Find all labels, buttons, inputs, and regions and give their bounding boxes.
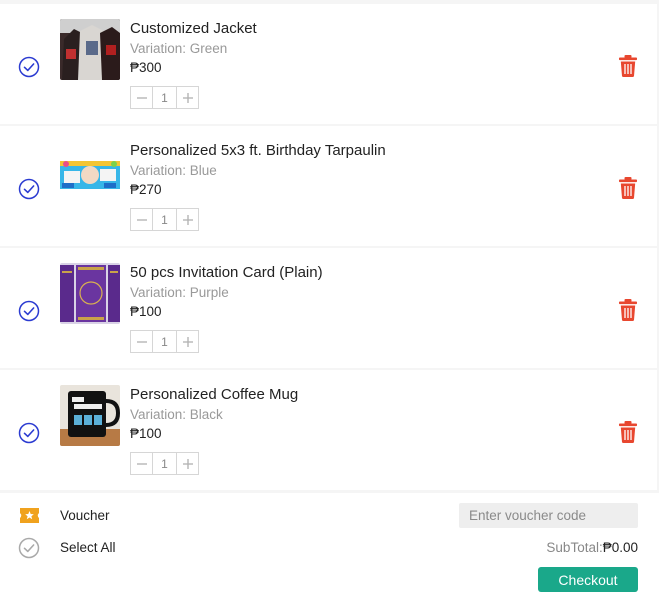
quantity-value[interactable]: 1 bbox=[153, 87, 176, 108]
trash-icon[interactable] bbox=[617, 298, 639, 322]
minus-icon bbox=[136, 340, 147, 343]
item-price: ₱270 bbox=[130, 182, 162, 197]
plus-icon bbox=[182, 214, 193, 225]
quantity-stepper: 1 bbox=[130, 452, 199, 475]
item-price: ₱300 bbox=[130, 60, 162, 75]
subtotal-value: ₱0.00 bbox=[602, 540, 638, 555]
plus-icon bbox=[182, 458, 193, 469]
quantity-stepper: 1 bbox=[130, 86, 199, 109]
item-name[interactable]: 50 pcs Invitation Card (Plain) bbox=[130, 264, 323, 281]
cart-item: 50 pcs Invitation Card (Plain) Variation… bbox=[0, 248, 657, 368]
item-variation: Variation: Blue bbox=[130, 163, 217, 178]
select-all-check-icon[interactable] bbox=[18, 537, 40, 559]
plus-icon bbox=[182, 92, 193, 103]
invitation-card-image[interactable] bbox=[60, 263, 120, 324]
tarpaulin-image[interactable] bbox=[60, 141, 120, 202]
check-circle-icon[interactable] bbox=[18, 422, 40, 444]
increase-quantity-button[interactable] bbox=[176, 331, 198, 352]
minus-icon bbox=[136, 462, 147, 465]
trash-icon[interactable] bbox=[617, 54, 639, 78]
voucher-label: Voucher bbox=[60, 508, 110, 523]
jacket-image[interactable] bbox=[60, 19, 120, 80]
increase-quantity-button[interactable] bbox=[176, 453, 198, 474]
item-name[interactable]: Personalized Coffee Mug bbox=[130, 386, 298, 403]
item-price: ₱100 bbox=[130, 304, 162, 319]
quantity-stepper: 1 bbox=[130, 330, 199, 353]
cart-item: Personalized Coffee Mug Variation: Black… bbox=[0, 370, 657, 490]
select-all-label[interactable]: Select All bbox=[60, 540, 116, 555]
minus-icon bbox=[136, 96, 147, 99]
subtotal: SubTotal:₱0.00 bbox=[546, 540, 638, 555]
trash-icon[interactable] bbox=[617, 176, 639, 200]
check-circle-icon[interactable] bbox=[18, 56, 40, 78]
quantity-stepper: 1 bbox=[130, 208, 199, 231]
plus-icon bbox=[182, 336, 193, 347]
quantity-value[interactable]: 1 bbox=[153, 209, 176, 230]
cart-page: Customized Jacket Variation: Green ₱300 … bbox=[0, 0, 659, 600]
item-price: ₱100 bbox=[130, 426, 162, 441]
decrease-quantity-button[interactable] bbox=[131, 87, 153, 108]
increase-quantity-button[interactable] bbox=[176, 87, 198, 108]
checkout-button[interactable]: Checkout bbox=[538, 567, 638, 592]
minus-icon bbox=[136, 218, 147, 221]
increase-quantity-button[interactable] bbox=[176, 209, 198, 230]
quantity-value[interactable]: 1 bbox=[153, 331, 176, 352]
item-name[interactable]: Personalized 5x3 ft. Birthday Tarpaulin bbox=[130, 142, 386, 159]
decrease-quantity-button[interactable] bbox=[131, 209, 153, 230]
check-circle-icon[interactable] bbox=[18, 300, 40, 322]
subtotal-label: SubTotal: bbox=[546, 540, 603, 555]
decrease-quantity-button[interactable] bbox=[131, 331, 153, 352]
item-name[interactable]: Customized Jacket bbox=[130, 20, 257, 37]
cart-item: Customized Jacket Variation: Green ₱300 … bbox=[0, 4, 657, 124]
cart-footer: Voucher Select All SubTotal:₱0.00 Checko… bbox=[0, 493, 659, 600]
decrease-quantity-button[interactable] bbox=[131, 453, 153, 474]
voucher-code-input[interactable] bbox=[459, 503, 638, 528]
coffee-mug-image[interactable] bbox=[60, 385, 120, 446]
voucher-ticket-icon bbox=[20, 508, 39, 523]
trash-icon[interactable] bbox=[617, 420, 639, 444]
item-variation: Variation: Black bbox=[130, 407, 223, 422]
item-variation: Variation: Purple bbox=[130, 285, 229, 300]
cart-item: Personalized 5x3 ft. Birthday Tarpaulin … bbox=[0, 126, 657, 246]
item-variation: Variation: Green bbox=[130, 41, 228, 56]
check-circle-icon[interactable] bbox=[18, 178, 40, 200]
quantity-value[interactable]: 1 bbox=[153, 453, 176, 474]
